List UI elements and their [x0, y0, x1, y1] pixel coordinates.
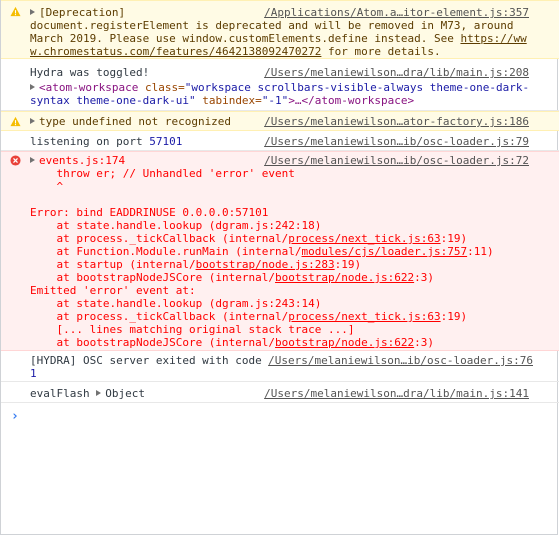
console-prompt[interactable]: › — [11, 409, 19, 424]
source-link[interactable]: /Users/melaniewilson…dra/lib/main.js:141 — [264, 387, 529, 400]
stack-link[interactable]: modules/cjs/loader.js:757 — [302, 245, 468, 258]
stack-text: :19) — [440, 310, 468, 323]
chromestatus-link-cont[interactable]: w.chromestatus.com/features/464213809247… — [30, 45, 321, 58]
class-value: "workspace scrollbars-visible-always the… — [184, 81, 530, 94]
listening-text: listening on port 57101 — [30, 135, 182, 148]
chromestatus-link[interactable]: https://ww — [460, 32, 526, 45]
source-link[interactable]: /Users/melaniewilson…ib/osc-loader.js:76 — [268, 354, 533, 367]
source-link[interactable]: /Users/melaniewilson…ator-factory.js:186 — [264, 115, 529, 128]
stack-text: at bootstrapNodeJSCore (internal/ — [30, 271, 276, 284]
hydra-toggled-text: Hydra was toggled! — [30, 66, 150, 79]
stack-link[interactable]: process/next_tick.js:63 — [288, 232, 440, 245]
stack-link[interactable]: bootstrap/node.js:622 — [275, 336, 414, 349]
stack-text: at bootstrapNodeJSCore (internal/ — [30, 336, 276, 349]
atom-workspace-node[interactable]: <atom-workspace class="workspace scrollb… — [30, 81, 529, 94]
exit-code: 1 — [30, 367, 37, 380]
tag-close: >…</atom-workspace> — [288, 94, 415, 107]
expand-triangle-icon[interactable] — [30, 157, 35, 163]
error-line: ^ — [30, 180, 64, 193]
exit-code-value: 1 — [30, 367, 37, 380]
source-link[interactable]: /Users/melaniewilson…dra/lib/main.js:208 — [264, 66, 529, 79]
stack-line: at state.handle.lookup (dgram.js:243:14) — [30, 297, 322, 310]
tag-open: <atom-workspace — [39, 81, 139, 94]
port-number: 57101 — [149, 135, 183, 148]
stack-text: at startup (internal/ — [30, 258, 196, 271]
stack-line: at Function.Module.runMain (internal/mod… — [30, 245, 494, 258]
deprecation-line-1: document.registerElement is deprecated a… — [30, 19, 514, 32]
source-link[interactable]: /Applications/Atom.a…itor-element.js:357 — [264, 6, 529, 19]
error-head-label: events.js:174 — [39, 154, 126, 167]
expand-triangle-icon[interactable] — [30, 118, 35, 124]
atom-workspace-node-cont: syntax theme-one-dark-ui" tabindex="-1">… — [30, 94, 414, 107]
error-icon — [10, 155, 21, 166]
error-line: Emitted 'error' event at: — [30, 284, 196, 297]
object-label: Object — [105, 387, 145, 400]
stack-line: at process._tickCallback (internal/proce… — [30, 310, 467, 323]
type-undefined-warning: type undefined not recognized /Users/mel… — [1, 111, 559, 131]
deprecation-text: March 2019. Please use window.customElem… — [30, 32, 461, 45]
stack-text: :19) — [440, 232, 468, 245]
stack-text: at Function.Module.runMain (internal/ — [30, 245, 302, 258]
class-value-cont: syntax theme-one-dark-ui" — [30, 94, 196, 107]
listening-log: listening on port 57101 /Users/melaniewi… — [1, 132, 559, 151]
stack-line: at state.handle.lookup (dgram.js:242:18) — [30, 219, 322, 232]
stack-text: :19) — [334, 258, 362, 271]
type-undefined-label: type undefined not recognized — [39, 115, 232, 128]
deprecation-header[interactable]: [Deprecation] — [30, 6, 125, 19]
stack-text: :3) — [414, 336, 434, 349]
evalflash-log: evalFlash Object /Users/melaniewilson…dr… — [1, 383, 559, 403]
stack-link[interactable]: bootstrap/node.js:622 — [275, 271, 414, 284]
stack-text: at process._tickCallback (internal/ — [30, 232, 289, 245]
deprecation-line-3: w.chromestatus.com/features/464213809247… — [30, 45, 441, 58]
deprecation-label: [Deprecation] — [39, 6, 126, 19]
stack-text: at process._tickCallback (internal/ — [30, 310, 289, 323]
deprecation-warning: [Deprecation] /Applications/Atom.a…itor-… — [1, 0, 559, 59]
warning-icon — [10, 116, 21, 127]
error-line: throw er; // Unhandled 'error' event — [30, 167, 295, 180]
expand-triangle-icon[interactable] — [30, 84, 35, 90]
stack-link[interactable]: process/next_tick.js:63 — [288, 310, 440, 323]
stack-line: [... lines matching original stack trace… — [30, 323, 355, 336]
error-head[interactable]: events.js:174 — [30, 154, 125, 167]
expand-triangle-icon[interactable] — [96, 390, 102, 396]
hydra-toggled-log: Hydra was toggled! /Users/melaniewilson…… — [1, 62, 559, 111]
stack-line: at bootstrapNodeJSCore (internal/bootstr… — [30, 271, 434, 284]
evalflash-label: evalFlash — [30, 387, 97, 400]
hydra-exit-text: [HYDRA] OSC server exited with code — [30, 354, 269, 367]
stack-text: :3) — [414, 271, 434, 284]
attr-tabindex: tabindex= — [195, 94, 262, 107]
attr-class: class= — [138, 81, 185, 94]
deprecation-line-2: March 2019. Please use window.customElem… — [30, 32, 527, 45]
hydra-exit-log: [HYDRA] OSC server exited with code /Use… — [1, 351, 559, 382]
expand-triangle-icon[interactable] — [30, 9, 35, 15]
stack-line: at process._tickCallback (internal/proce… — [30, 232, 467, 245]
stack-text: :11) — [467, 245, 494, 258]
stack-link[interactable]: bootstrap/node.js:283 — [196, 258, 335, 271]
warning-icon — [10, 6, 21, 17]
object-node[interactable]: Object — [96, 387, 145, 400]
tabindex-value: "-1" — [261, 94, 289, 107]
error-line: Error: bind EADDRINUSE 0.0.0.0:57101 — [30, 206, 269, 219]
devtools-console: [Deprecation] /Applications/Atom.a…itor-… — [0, 0, 559, 535]
type-undefined-text[interactable]: type undefined not recognized — [30, 115, 231, 128]
stack-line: at startup (internal/bootstrap/node.js:2… — [30, 258, 361, 271]
evalflash-text: evalFlash Object — [30, 387, 145, 400]
deprecation-tail: for more details. — [321, 45, 441, 58]
listening-label: listening on port — [30, 135, 150, 148]
source-link[interactable]: /Users/melaniewilson…ib/osc-loader.js:79 — [264, 135, 529, 148]
source-link[interactable]: /Users/melaniewilson…ib/osc-loader.js:72 — [264, 154, 529, 167]
error-message: events.js:174 /Users/melaniewilson…ib/os… — [1, 151, 559, 351]
stack-line: at bootstrapNodeJSCore (internal/bootstr… — [30, 336, 434, 349]
